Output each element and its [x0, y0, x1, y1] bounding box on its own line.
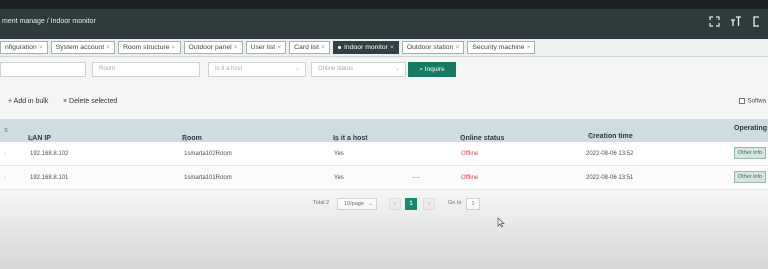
close-icon[interactable]: ×	[234, 44, 238, 51]
chevron-down-icon: ⌄	[394, 66, 400, 72]
tab-bar: nfiguration × System account × Room struct…	[0, 39, 768, 57]
delete-selected-button[interactable]: × Delete selected	[63, 98, 117, 105]
total-count: Total 2	[313, 200, 330, 206]
exit-icon[interactable]	[752, 16, 762, 30]
mouse-cursor-icon	[497, 217, 505, 228]
row-checkbox[interactable]: ·	[4, 151, 6, 157]
font-size-icon[interactable]	[730, 16, 742, 30]
other-info-button[interactable]: Other info	[734, 171, 766, 183]
tab-outdoor-station[interactable]: Outdoor station ×	[401, 41, 465, 54]
chevron-down-icon: ⌄	[294, 66, 300, 72]
cell-creation-time: 2022-08-06 13:51	[586, 175, 634, 181]
cell-is-host: Yes	[334, 175, 344, 181]
close-icon[interactable]: ×	[321, 44, 325, 51]
filter-bar: Room Is it a host ⌄ Online status ⌄ ⌕ Inqu…	[0, 60, 768, 88]
monitor-bezel	[0, 0, 768, 9]
goto-label: Go to	[448, 200, 462, 206]
tab-room-structure[interactable]: Room structure ×	[118, 41, 181, 54]
page-size-select[interactable]: 10/page ⌄	[337, 198, 377, 210]
cell-is-host: Yes	[334, 151, 344, 157]
device-table: s LAN IP ⇅ Room ⇅ Is it a host ⇅ Online …	[0, 119, 768, 190]
row-checkbox[interactable]: ·	[4, 175, 6, 181]
cell-room: 1smarta101Room	[184, 175, 232, 181]
top-bar: ment manage / Indoor monitor	[0, 9, 768, 39]
tab-configuration[interactable]: nfiguration ×	[0, 41, 48, 54]
tab-outdoor-panel[interactable]: Outdoor panel ×	[183, 41, 243, 54]
status-filter-select[interactable]: Online status ⌄	[311, 62, 406, 77]
goto-page-input[interactable]: 1	[466, 198, 480, 210]
cell-lan-ip: 192.168.8.102	[30, 151, 69, 157]
cell-room: 1smarta102Room	[184, 151, 232, 157]
add-in-bulk-button[interactable]: + Add in bulk	[8, 98, 48, 105]
next-page-button[interactable]: ›	[423, 198, 435, 210]
cell-online-status: Offline	[461, 151, 479, 157]
cell-creation-time: 2022-08-06 13:52	[586, 151, 634, 157]
tab-indoor-monitor[interactable]: Indoor monitor ×	[333, 41, 399, 54]
prev-page-button[interactable]: ‹	[389, 198, 401, 210]
close-icon[interactable]: ×	[39, 44, 43, 51]
table-row: · 192.168.8.101 1smarta101Room Yes ⋯ Off…	[0, 166, 768, 190]
col-operating: Operating	[734, 125, 768, 132]
inquire-button[interactable]: ⌕ Inquire	[408, 62, 456, 77]
table-header: s LAN IP ⇅ Room ⇅ Is it a host ⇅ Online …	[0, 119, 768, 143]
screen: ment manage / Indoor monitor nfiguration…	[0, 9, 768, 269]
pagination: Total 2 10/page ⌄ ‹ 1 › Go to 1	[0, 198, 768, 212]
cell-online-status: Offline	[461, 175, 479, 181]
chevron-down-icon: ⌄	[368, 201, 373, 207]
close-icon[interactable]: ×	[106, 44, 110, 51]
breadcrumb: ment manage / Indoor monitor	[2, 18, 96, 25]
software-checkbox[interactable]: Softwa	[738, 98, 766, 105]
cell-lan-ip: 192.168.8.101	[30, 175, 69, 181]
room-filter-input[interactable]: Room	[92, 62, 200, 77]
host-filter-select[interactable]: Is it a host ⌄	[208, 62, 306, 77]
close-icon[interactable]: ×	[526, 44, 530, 51]
tab-card-list[interactable]: Card list ×	[289, 41, 331, 54]
bulk-actions: + Add in bulk × Delete selected Softwa	[0, 98, 768, 112]
tab-user-list[interactable]: User list ×	[245, 41, 287, 54]
page-number-current[interactable]: 1	[405, 198, 417, 210]
close-icon[interactable]: ×	[172, 44, 176, 51]
fullscreen-icon[interactable]	[709, 16, 720, 30]
table-row: · 192.168.8.102 1smarta102Room Yes Offli…	[0, 142, 768, 166]
close-icon[interactable]: ×	[455, 44, 459, 51]
lan-ip-filter-input[interactable]	[0, 62, 86, 77]
close-icon[interactable]: ×	[277, 44, 281, 51]
more-icon: ⋯	[412, 173, 420, 182]
tab-system-account[interactable]: System account ×	[50, 41, 116, 54]
tab-security-machine[interactable]: Security machine ×	[467, 41, 536, 54]
search-icon: ⌕	[419, 66, 423, 73]
close-icon[interactable]: ×	[390, 44, 394, 51]
other-info-button[interactable]: Other info	[734, 147, 766, 159]
